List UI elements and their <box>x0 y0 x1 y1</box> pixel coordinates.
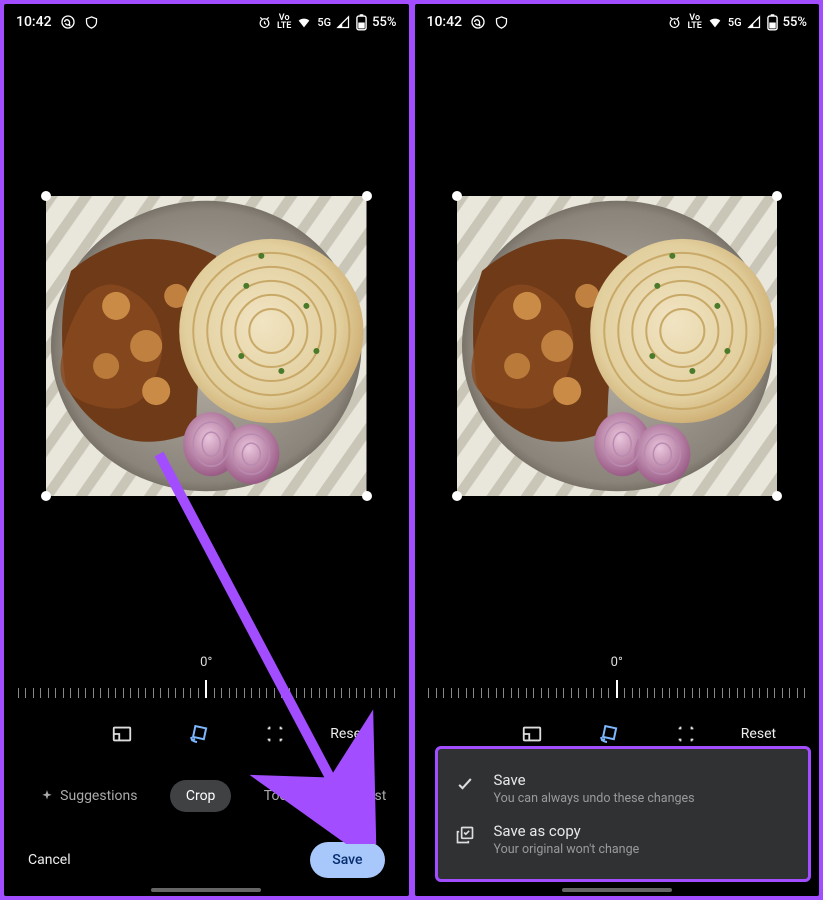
phone-screenshot-right: 10:42 Vo LTE 5G <box>415 4 820 896</box>
signal-icon <box>336 15 351 30</box>
aspect-ratio-button[interactable] <box>100 716 144 752</box>
signal-icon <box>747 15 762 30</box>
copy-icon <box>454 822 476 845</box>
crop-handle-tl[interactable] <box>41 191 51 201</box>
crop-handle-tl[interactable] <box>452 191 462 201</box>
phone-screenshot-left: 10:42 Vo LTE 5G <box>4 4 409 896</box>
free-transform-button[interactable] <box>253 716 297 752</box>
rotate-button[interactable] <box>177 716 221 752</box>
check-icon <box>454 771 476 794</box>
crop-handle-bl[interactable] <box>452 491 462 501</box>
battery-icon <box>356 14 367 31</box>
shield-icon <box>494 15 509 30</box>
crop-handle-bl[interactable] <box>41 491 51 501</box>
rotation-ticks[interactable] <box>4 676 409 698</box>
save-as-copy-option[interactable]: Save as copy Your original won't change <box>448 814 799 865</box>
rotation-slider[interactable]: 0° <box>4 655 409 698</box>
volte-icon: Vo LTE <box>277 14 291 30</box>
status-time: 10:42 <box>16 14 52 30</box>
cancel-button[interactable]: Cancel <box>28 852 71 868</box>
sparkle-icon <box>40 789 54 803</box>
alarm-icon <box>667 15 682 30</box>
save-button[interactable]: Save <box>310 842 384 878</box>
crop-handle-br[interactable] <box>772 491 782 501</box>
editor-tabs: Suggestions Crop Tools Adjust <box>4 780 409 812</box>
reset-button[interactable]: Reset <box>330 726 365 742</box>
wifi-icon <box>296 14 312 30</box>
battery-pct: 55% <box>372 15 396 30</box>
nav-bar-pill[interactable] <box>151 888 261 892</box>
whatsapp-icon <box>60 14 76 30</box>
rotation-ticks[interactable] <box>415 676 820 698</box>
rotation-slider[interactable]: 0° <box>415 655 820 698</box>
network-label: 5G <box>317 16 331 29</box>
crop-handle-br[interactable] <box>362 491 372 501</box>
tab-suggestions-label: Suggestions <box>60 788 137 804</box>
whatsapp-icon <box>470 14 486 30</box>
save-option[interactable]: Save You can always undo these changes <box>448 763 799 814</box>
save-option-sub: You can always undo these changes <box>494 791 695 806</box>
status-time: 10:42 <box>427 14 463 30</box>
rotation-value: 0° <box>4 655 409 670</box>
status-bar: 10:42 Vo LTE 5G <box>415 4 820 40</box>
volte-icon: Vo LTE <box>687 14 701 30</box>
tab-adjust[interactable]: Adjust <box>330 780 402 812</box>
rotation-value: 0° <box>415 655 820 670</box>
status-bar: 10:42 Vo LTE 5G <box>4 4 409 40</box>
wifi-icon <box>707 14 723 30</box>
reset-button[interactable]: Reset <box>741 726 776 742</box>
battery-pct: 55% <box>783 15 807 30</box>
tab-adjust-label: Adjust <box>346 788 386 804</box>
tab-crop-label: Crop <box>186 788 216 804</box>
save-option-title: Save <box>494 771 695 789</box>
tab-crop[interactable]: Crop <box>170 780 232 812</box>
tab-tools[interactable]: Tools <box>248 780 314 812</box>
save-copy-sub: Your original won't change <box>494 842 640 857</box>
crop-handle-tr[interactable] <box>362 191 372 201</box>
save-copy-title: Save as copy <box>494 822 640 840</box>
photo-preview[interactable] <box>46 196 367 496</box>
tab-tools-label: Tools <box>264 788 298 804</box>
alarm-icon <box>257 15 272 30</box>
network-label: 5G <box>728 16 742 29</box>
nav-bar-pill[interactable] <box>562 888 672 892</box>
crop-handle-tr[interactable] <box>772 191 782 201</box>
action-bar: Cancel Save <box>4 842 409 878</box>
crop-tools-row: Reset <box>4 716 409 752</box>
photo-preview[interactable] <box>457 196 778 496</box>
battery-icon <box>767 14 778 31</box>
tab-suggestions[interactable]: Suggestions <box>24 780 153 812</box>
shield-icon <box>84 15 99 30</box>
crop-area[interactable] <box>457 196 778 496</box>
crop-area[interactable] <box>46 196 367 496</box>
save-options-popup: Save You can always undo these changes S… <box>435 746 812 882</box>
